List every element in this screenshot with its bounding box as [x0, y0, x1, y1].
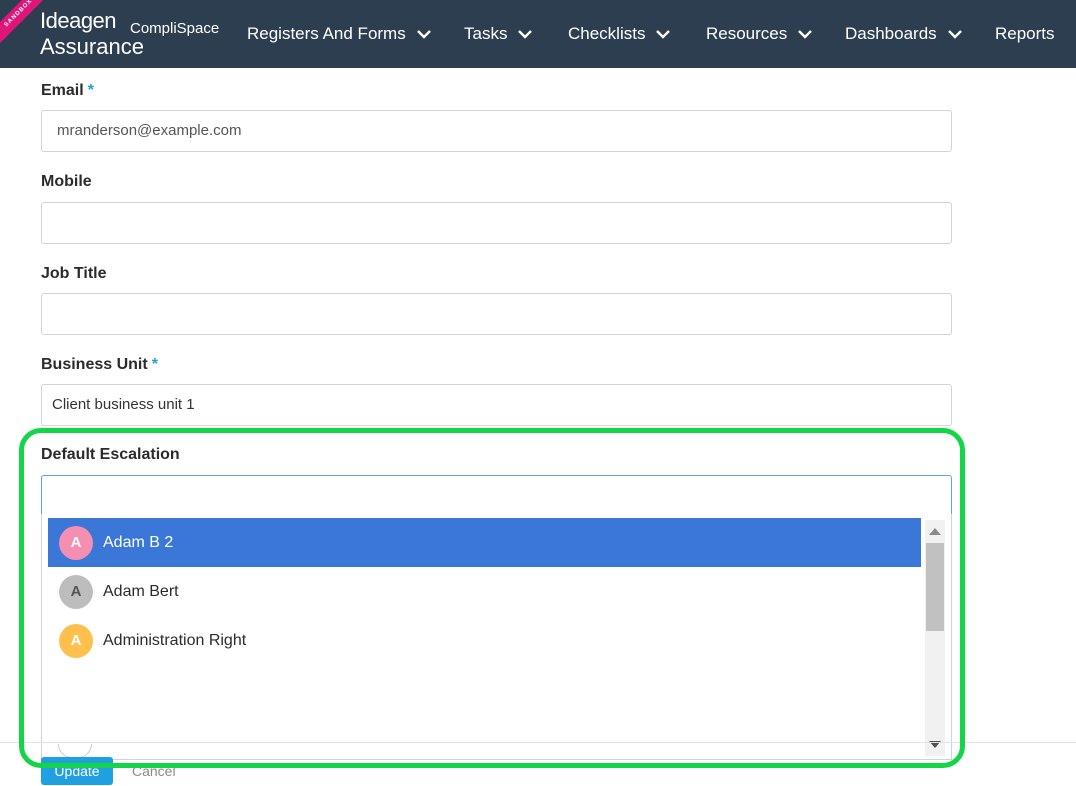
scroll-up-arrow-icon[interactable] [929, 528, 941, 535]
business-unit-select[interactable]: Client business unit 1 [41, 384, 952, 426]
chevron-down-icon [656, 30, 671, 39]
email-label-text: Email [41, 82, 84, 99]
job-title-label: Job Title [41, 265, 107, 282]
avatar-initial: A [70, 632, 82, 649]
scroll-thumb[interactable] [926, 543, 944, 631]
option-label: Adam Bert [103, 582, 179, 600]
chevron-down-icon [518, 30, 533, 39]
nav-label: Dashboards [845, 24, 937, 43]
dropdown-scrollbar[interactable] [925, 520, 945, 756]
required-marker: * [87, 82, 94, 99]
chevron-down-icon [416, 30, 431, 39]
logo-brand: Ideagen [40, 8, 117, 33]
footer-divider [0, 742, 1076, 743]
email-placeholder: mranderson@example.com [57, 122, 242, 139]
top-navigation-bar: SANDBOX Ideagen CompliSpace Assurance Re… [0, 0, 1076, 68]
business-unit-value: Client business unit 1 [52, 396, 195, 413]
chevron-down-icon [947, 30, 962, 39]
avatar-initial: A [70, 583, 82, 600]
nav-label: Tasks [464, 24, 508, 43]
update-button[interactable]: Update [41, 757, 113, 785]
avatar: A [59, 574, 93, 609]
nav-resources[interactable]: Resources [706, 0, 813, 68]
nav-label: Resources [706, 24, 788, 43]
nav-dashboards[interactable]: Dashboards [845, 0, 963, 68]
nav-checklists[interactable]: Checklists [568, 0, 671, 68]
chevron-down-icon [798, 30, 813, 39]
nav-tasks[interactable]: Tasks [464, 0, 533, 68]
nav-registers-and-forms[interactable]: Registers And Forms [247, 0, 432, 68]
option-adam-bert[interactable]: A Adam Bert [48, 567, 921, 616]
job-title-field[interactable] [41, 293, 952, 335]
cancel-button[interactable]: Cancel [132, 757, 176, 785]
mobile-field[interactable] [41, 202, 952, 244]
logo-product: Assurance [40, 34, 144, 59]
email-field[interactable]: mranderson@example.com [41, 110, 952, 152]
default-escalation-search-input[interactable] [41, 475, 952, 519]
option-adam-b-2[interactable]: A Adam B 2 [48, 518, 921, 567]
option-label: Administration Right [103, 631, 247, 649]
business-unit-label-text: Business Unit [41, 356, 148, 373]
option-label: Adam B 2 [103, 533, 174, 551]
avatar: A [59, 623, 93, 658]
email-label: Email * [41, 82, 94, 100]
avatar-initial: A [70, 534, 82, 551]
option-administration-right[interactable]: A Administration Right [48, 616, 921, 665]
nav-label: Reports [995, 24, 1055, 43]
nav-reports[interactable]: Reports [995, 0, 1055, 68]
default-escalation-dropdown: A Adam B 2 A Adam Bert A Administration … [41, 514, 952, 760]
nav-label: Registers And Forms [247, 24, 406, 43]
avatar: A [59, 525, 93, 560]
mobile-label: Mobile [41, 173, 92, 190]
required-marker: * [151, 356, 158, 373]
default-escalation-label: Default Escalation [41, 446, 180, 463]
nav-label: Checklists [568, 24, 646, 43]
business-unit-label: Business Unit * [41, 356, 158, 374]
